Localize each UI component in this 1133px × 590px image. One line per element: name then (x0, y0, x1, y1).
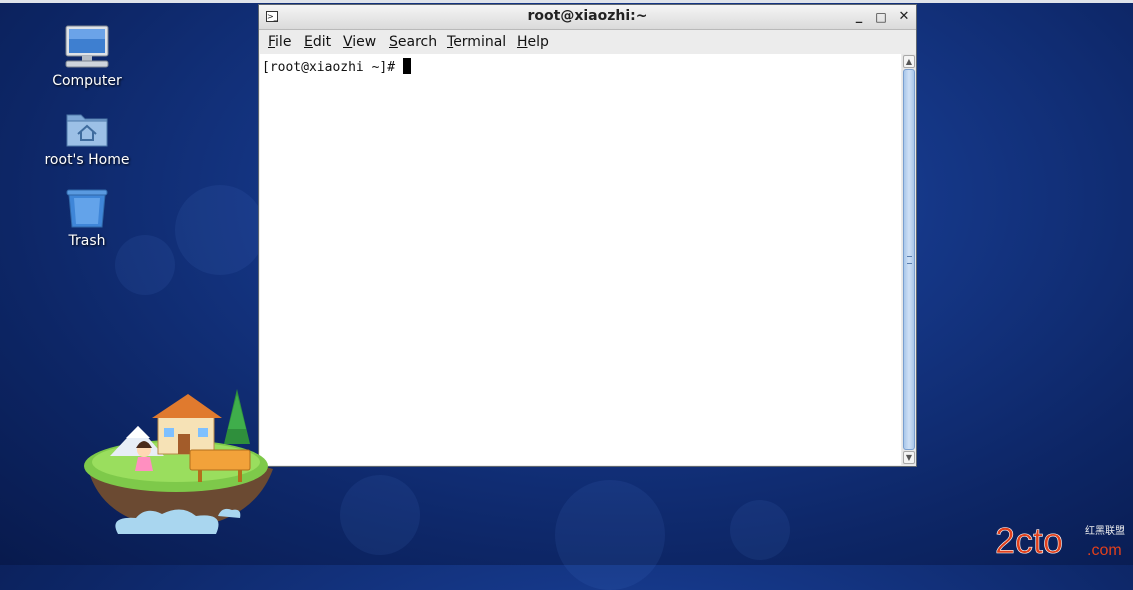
desktop-icon-label: Computer (52, 73, 122, 89)
menu-edit[interactable]: Edit (304, 34, 331, 50)
menu-label: iew (352, 34, 377, 50)
menu-label: dit (312, 34, 332, 50)
desktop-icon-computer[interactable]: Computer (42, 24, 132, 90)
menu-mnemonic: V (343, 34, 353, 50)
home-folder-icon (66, 114, 108, 147)
terminal-window[interactable]: >_ root@xiaozhi:~ _ □ ✕ File Edit View S… (258, 4, 917, 467)
menu-mnemonic: S (389, 34, 398, 50)
wallpaper-bubble (730, 500, 790, 560)
shell-prompt: [root@xiaozhi ~]# (262, 60, 396, 75)
menu-view[interactable]: View (343, 34, 376, 50)
scroll-up-icon[interactable]: ▲ (903, 55, 915, 68)
menu-label: ile (275, 34, 292, 50)
wallpaper-bubble (555, 480, 665, 590)
menu-label: elp (527, 34, 549, 50)
scroll-down-icon[interactable]: ▼ (903, 451, 915, 464)
watermark-subtitle: 红黑联盟 (1085, 526, 1125, 537)
terminal-area[interactable]: [root@xiaozhi ~]# (260, 54, 901, 465)
scrollbar-thumb[interactable] (903, 69, 915, 450)
watermark-suffix: .com (1087, 542, 1122, 559)
menu-mnemonic: E (304, 34, 313, 50)
text-cursor (403, 58, 412, 74)
menu-search[interactable]: Search (389, 34, 437, 50)
menu-mnemonic: F (268, 34, 276, 50)
desktop-icon-label: root's Home (44, 152, 130, 168)
title-bar[interactable]: >_ root@xiaozhi:~ _ □ ✕ (259, 5, 916, 30)
shell-prompt-line: [root@xiaozhi ~]# (262, 58, 412, 75)
wallpaper-bubble (175, 185, 265, 275)
menu-file[interactable]: File (268, 34, 291, 50)
wallpaper-bubble (340, 475, 420, 555)
menu-help[interactable]: Help (517, 34, 549, 50)
computer-icon (65, 25, 109, 68)
menu-label: earch (397, 34, 438, 50)
minimize-button[interactable]: _ (851, 9, 867, 25)
close-button[interactable]: ✕ (896, 9, 912, 25)
menu-terminal[interactable]: Terminal (447, 34, 506, 50)
menu-bar: File Edit View Search Terminal Help (259, 30, 916, 54)
grip-icon (907, 256, 912, 264)
watermark-text: 2cto (995, 520, 1063, 559)
menu-label: erminal (453, 34, 507, 50)
menu-mnemonic: H (517, 34, 528, 50)
desktop-icon-label: Trash (68, 233, 106, 249)
vertical-scrollbar[interactable]: ▲ ▼ (902, 54, 916, 465)
wallpaper-island-illustration (84, 389, 273, 534)
trash-icon (66, 189, 108, 228)
desktop-icon-trash[interactable]: Trash (42, 188, 132, 250)
top-panel-edge (0, 0, 1133, 3)
window-title: root@xiaozhi:~ (527, 8, 648, 24)
desktop-icon-home[interactable]: root's Home (42, 107, 132, 169)
maximize-button[interactable]: □ (873, 9, 889, 25)
